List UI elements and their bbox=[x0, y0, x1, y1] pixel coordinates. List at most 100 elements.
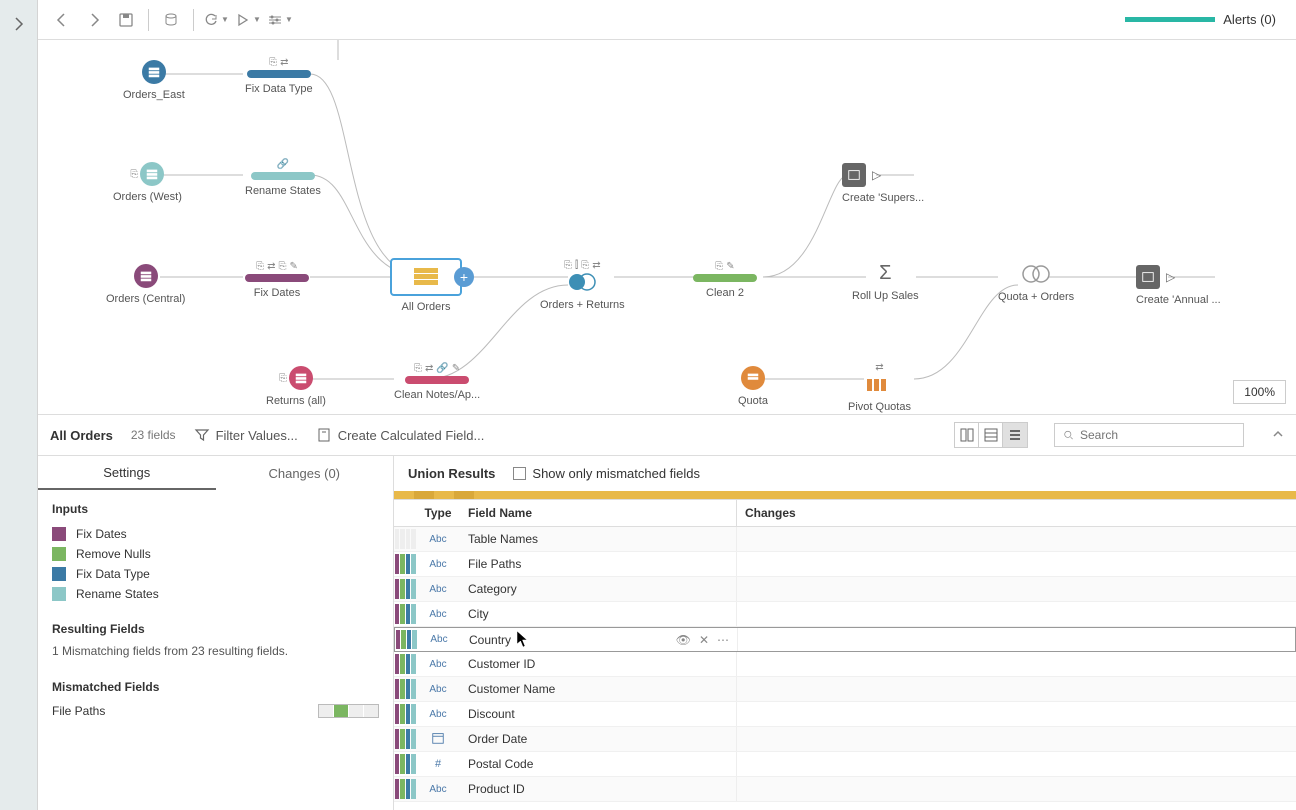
input-color-swatch bbox=[52, 567, 66, 581]
field-row[interactable]: Order Date bbox=[394, 727, 1296, 752]
hide-icon[interactable]: 👁 bbox=[676, 633, 691, 647]
input-color-swatch bbox=[52, 527, 66, 541]
progress-bar bbox=[1125, 17, 1215, 22]
step-change-icons: ⎘⇄⎘✎ bbox=[245, 261, 309, 272]
node-quota[interactable]: Quota bbox=[738, 366, 768, 407]
tab-settings[interactable]: Settings bbox=[38, 456, 216, 490]
field-row[interactable]: Abc Table Names bbox=[394, 527, 1296, 552]
union-results-heading: Union Results bbox=[408, 466, 495, 481]
field-type[interactable]: Abc bbox=[416, 659, 460, 670]
input-item[interactable]: Fix Data Type bbox=[52, 564, 379, 584]
field-type[interactable]: Abc bbox=[416, 609, 460, 620]
input-label: Remove Nulls bbox=[76, 547, 151, 561]
remove-icon[interactable]: ✕ bbox=[699, 633, 709, 647]
node-fix-dates[interactable]: ⎘⇄⎘✎ Fix Dates bbox=[245, 261, 309, 299]
field-row[interactable]: Abc Product ID bbox=[394, 777, 1296, 802]
node-all-orders[interactable]: + All Orders bbox=[390, 258, 462, 313]
left-rail bbox=[0, 0, 38, 810]
mismatched-field-item[interactable]: File Paths bbox=[52, 702, 379, 720]
search-box[interactable] bbox=[1054, 423, 1244, 447]
field-type[interactable]: Abc bbox=[416, 709, 460, 720]
step-change-icons: ⎘⇄ bbox=[245, 57, 313, 68]
clean-icon: ⎘ bbox=[130, 169, 138, 180]
node-orders-west[interactable]: ⎘ Orders (West) bbox=[113, 162, 182, 203]
field-row[interactable]: Abc Customer ID bbox=[394, 652, 1296, 677]
more-icon[interactable]: ⋯ bbox=[717, 633, 729, 647]
union-color-strip bbox=[394, 491, 1296, 499]
flow-canvas[interactable]: Orders_East ⎘ Orders (West) Orders (Cent… bbox=[38, 40, 1296, 414]
field-name-label: Category bbox=[468, 582, 517, 596]
field-type[interactable]: Abc bbox=[416, 534, 460, 545]
alerts-button[interactable]: Alerts (0) bbox=[1223, 12, 1286, 27]
node-create-supers[interactable]: ▷ Create 'Supers... bbox=[842, 163, 924, 204]
field-row[interactable]: Abc Country 👁 ✕ ⋯ bbox=[394, 627, 1296, 652]
input-item[interactable]: Rename States bbox=[52, 584, 379, 604]
save-button[interactable] bbox=[112, 6, 140, 34]
field-name-label: Product ID bbox=[468, 782, 525, 796]
source-bars bbox=[395, 628, 417, 651]
node-clean2[interactable]: ⎘✎ Clean 2 bbox=[693, 261, 757, 299]
node-returns-all[interactable]: ⎘ Returns (all) bbox=[266, 366, 326, 407]
field-row[interactable]: Abc File Paths bbox=[394, 552, 1296, 577]
output-icon bbox=[1136, 265, 1160, 289]
field-type[interactable]: Abc bbox=[417, 634, 461, 645]
field-row[interactable]: # Postal Code bbox=[394, 752, 1296, 777]
field-type[interactable]: Abc bbox=[416, 584, 460, 595]
tab-changes[interactable]: Changes (0) bbox=[216, 456, 394, 490]
expand-rail-button[interactable] bbox=[7, 12, 31, 36]
zoom-level[interactable]: 100% bbox=[1233, 380, 1286, 404]
refresh-dropdown[interactable]: ▼ bbox=[202, 6, 230, 34]
field-row[interactable]: Abc City bbox=[394, 602, 1296, 627]
node-clean-notes[interactable]: ⎘⇄🔗✎ Clean Notes/Ap... bbox=[394, 363, 480, 401]
run-dropdown[interactable]: ▼ bbox=[234, 6, 262, 34]
node-fix-data-type[interactable]: ⎘⇄ Fix Data Type bbox=[245, 57, 313, 95]
mismatched-fields-heading: Mismatched Fields bbox=[52, 680, 379, 694]
run-output-icon[interactable]: ▷ bbox=[872, 168, 881, 182]
show-mismatch-checkbox[interactable]: Show only mismatched fields bbox=[513, 466, 700, 481]
node-rollup-sales[interactable]: Σ Roll Up Sales bbox=[852, 262, 919, 302]
mismatch-source-bars bbox=[318, 704, 379, 718]
node-orders-east[interactable]: Orders_East bbox=[123, 60, 185, 101]
node-quota-orders[interactable]: Quota + Orders bbox=[998, 265, 1074, 303]
input-label: Rename States bbox=[76, 587, 159, 601]
data-source-button[interactable] bbox=[157, 6, 185, 34]
filter-icon bbox=[194, 427, 210, 443]
toolbar: ▼ ▼ ▼ Alerts (0) bbox=[38, 0, 1296, 40]
view-grid-button[interactable] bbox=[979, 423, 1003, 447]
node-rename-states[interactable]: 🔗 Rename States bbox=[245, 159, 321, 197]
field-type[interactable]: Abc bbox=[416, 559, 460, 570]
collapse-pane-button[interactable] bbox=[1272, 428, 1284, 443]
step-change-icons: 🔗 bbox=[245, 159, 321, 170]
search-input[interactable] bbox=[1080, 428, 1235, 442]
field-grid-body[interactable]: Abc Table Names Abc File Paths Abc Categ… bbox=[394, 527, 1296, 810]
input-color-swatch bbox=[52, 587, 66, 601]
step-change-icons: ⎘⫿⎘⇄ bbox=[540, 260, 625, 271]
field-type[interactable] bbox=[416, 731, 460, 748]
settings-dropdown[interactable]: ▼ bbox=[266, 6, 294, 34]
view-profile-button[interactable] bbox=[955, 423, 979, 447]
view-list-button[interactable] bbox=[1003, 423, 1027, 447]
field-type[interactable]: # bbox=[416, 758, 460, 770]
node-orders-returns[interactable]: ⎘⫿⎘⇄ Orders + Returns bbox=[540, 260, 625, 311]
field-row[interactable]: Abc Discount bbox=[394, 702, 1296, 727]
filter-values-button[interactable]: Filter Values... bbox=[194, 427, 298, 443]
field-type[interactable]: Abc bbox=[416, 684, 460, 695]
field-grid-header: Type Field Name Changes bbox=[394, 499, 1296, 527]
inputs-heading: Inputs bbox=[52, 502, 379, 516]
field-type[interactable]: Abc bbox=[416, 784, 460, 795]
source-bars bbox=[394, 577, 416, 601]
node-orders-central[interactable]: Orders (Central) bbox=[106, 264, 185, 305]
add-step-button[interactable]: + bbox=[454, 267, 474, 287]
run-output-icon[interactable]: ▷ bbox=[1166, 270, 1175, 284]
input-item[interactable]: Fix Dates bbox=[52, 524, 379, 544]
node-create-annual[interactable]: ▷ Create 'Annual ... bbox=[1136, 265, 1221, 306]
back-button[interactable] bbox=[48, 6, 76, 34]
field-row[interactable]: Abc Customer Name bbox=[394, 677, 1296, 702]
field-row[interactable]: Abc Category bbox=[394, 577, 1296, 602]
create-calc-field-button[interactable]: Create Calculated Field... bbox=[316, 427, 485, 443]
input-item[interactable]: Remove Nulls bbox=[52, 544, 379, 564]
node-pivot-quotas[interactable]: ⇄ Pivot Quotas bbox=[848, 362, 911, 413]
field-name-label: Country bbox=[469, 633, 511, 647]
union-results-pane: Union Results Show only mismatched field… bbox=[394, 456, 1296, 810]
forward-button[interactable] bbox=[80, 6, 108, 34]
